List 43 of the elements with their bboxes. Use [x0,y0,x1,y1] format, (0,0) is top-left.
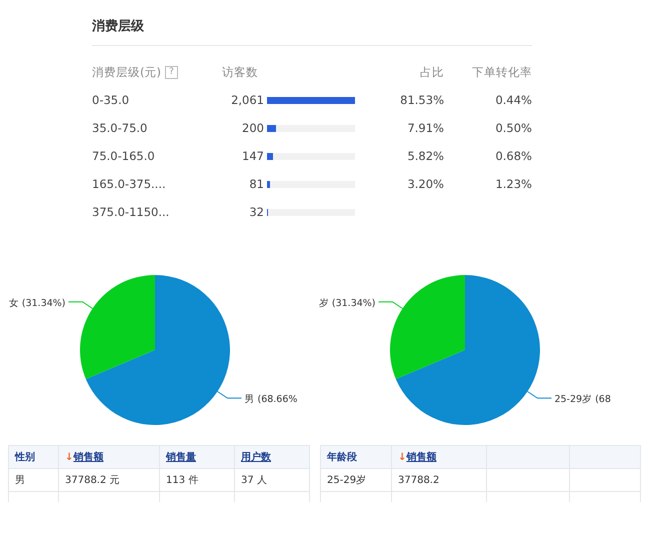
slice-label: 岁 (31.34%) [318,298,376,309]
column-header: 下单转化率 [472,64,532,78]
column-header: 访客数 [222,64,258,78]
leader-line [378,301,404,309]
leader-line [216,391,242,399]
visitor-count: 200 [241,121,264,135]
table-cell: 37 人 [241,475,267,486]
share-value: 7.91% [407,121,444,135]
table-cell: 25-29岁 [327,475,366,486]
price-range: 35.0-75.0 [92,121,148,135]
visitor-count: 147 [241,149,264,163]
slice-label: 男 (68.66% [244,394,298,406]
leader-line [526,391,552,399]
column-header: 性别 [15,452,35,463]
price-range: 75.0-165.0 [92,149,155,163]
slice-label: 女 (31.34%) [8,298,66,309]
column-header-link[interactable]: 用户数 [241,452,271,463]
column-header-link[interactable]: 销售额 [406,452,436,463]
share-value: 5.82% [407,149,444,163]
conversion-rate: 0.50% [495,121,532,135]
conversion-rate: 1.23% [495,177,532,191]
table-cell: 男 [15,475,25,486]
slice-label: 25-29岁 (68 [554,394,611,406]
conversion-rate: 0.68% [495,149,532,163]
visitor-count: 81 [248,177,264,191]
column-header-link[interactable]: 销售量 [166,452,196,463]
leader-line [68,301,94,309]
price-range: 375.0-1150... [92,205,170,219]
column-header: 占比 [420,64,444,78]
conversion-rate: 0.44% [495,93,532,107]
column-header-link[interactable]: 销售额 [73,452,104,463]
price-range: 165.0-375.... [92,177,166,191]
section-title: 消费层级 [92,18,145,36]
price-range: 0-35.0 [92,93,130,107]
share-value: 81.53% [400,93,444,107]
visitor-count: 32 [248,205,264,219]
table-cell: 113 件 [166,475,198,486]
column-header: 消费层级(元) [92,64,161,80]
visitor-count: 2,061 [230,93,264,107]
column-header: 年龄段 [327,452,357,463]
table-cell: 37788.2 元 [65,475,120,486]
share-value: 3.20% [407,177,444,191]
table-cell: 37788.2 [398,474,440,486]
